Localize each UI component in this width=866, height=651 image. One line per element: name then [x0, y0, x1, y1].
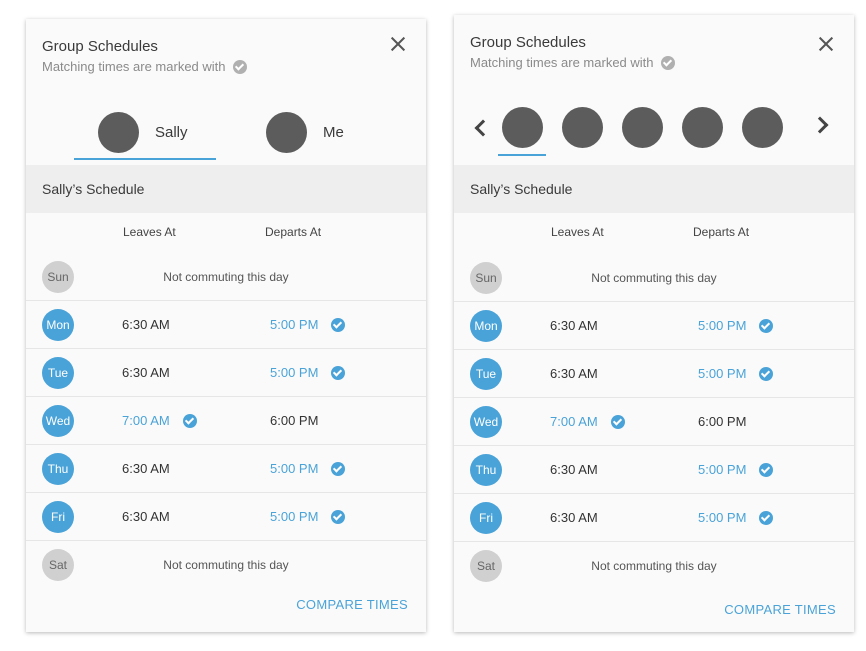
- match-check-icon: [331, 462, 345, 476]
- match-check-icon: [611, 415, 625, 429]
- active-tab-indicator: [74, 158, 216, 160]
- subtitle-text: Matching times are marked with: [470, 55, 654, 70]
- departs-time: 5:00 PM: [270, 317, 319, 332]
- compare-times-button[interactable]: COMPARE TIMES: [296, 597, 408, 612]
- match-check-icon: [759, 319, 773, 333]
- table-row: Mon 6:30 AM 5:00 PM: [26, 301, 426, 349]
- panel-subtitle: Matching times are marked with: [42, 59, 247, 74]
- close-icon[interactable]: [388, 34, 408, 54]
- column-header-departs: Departs At: [265, 225, 322, 239]
- departs-time: 5:00 PM: [270, 461, 319, 476]
- avatar-3[interactable]: [622, 107, 663, 148]
- panel-subtitle: Matching times are marked with: [470, 55, 675, 70]
- day-badge: Tue: [42, 357, 74, 389]
- departs-time: 6:00 PM: [698, 414, 747, 429]
- leaves-time: 6:30 AM: [122, 461, 170, 476]
- table-row: Thu 6:30 AM 5:00 PM: [26, 445, 426, 493]
- not-commuting-text: Not commuting this day: [163, 270, 289, 284]
- not-commuting-text: Not commuting this day: [591, 559, 717, 573]
- avatar-5[interactable]: [742, 107, 783, 148]
- table-row: Sun Not commuting this day: [454, 254, 854, 302]
- departs-time: 5:00 PM: [270, 509, 319, 524]
- panel-title: Group Schedules: [42, 38, 158, 55]
- leaves-time: 6:30 AM: [550, 318, 598, 333]
- schedule-header: Sally’s Schedule: [454, 165, 854, 213]
- not-commuting-text: Not commuting this day: [591, 271, 717, 285]
- leaves-time: 6:30 AM: [122, 509, 170, 524]
- day-badge: Thu: [42, 453, 74, 485]
- day-badge: Mon: [42, 309, 74, 341]
- table-row: Thu 6:30 AM 5:00 PM: [454, 446, 854, 494]
- person-name: Me: [323, 124, 344, 141]
- leaves-time: 7:00 AM: [122, 413, 170, 428]
- departs-time: 5:00 PM: [698, 510, 747, 525]
- column-header-leaves: Leaves At: [551, 225, 604, 239]
- column-header-leaves: Leaves At: [123, 225, 176, 239]
- departs-time: 5:00 PM: [270, 365, 319, 380]
- close-icon[interactable]: [816, 34, 836, 54]
- day-badge: Tue: [470, 358, 502, 390]
- match-check-icon: [759, 511, 773, 525]
- compare-times-button[interactable]: COMPARE TIMES: [724, 602, 836, 617]
- chevron-left-icon[interactable]: [474, 119, 492, 137]
- day-badge: Wed: [470, 406, 502, 438]
- person-tab-me[interactable]: Me: [266, 112, 344, 153]
- avatar: [98, 112, 139, 153]
- subtitle-text: Matching times are marked with: [42, 59, 226, 74]
- leaves-time: 6:30 AM: [122, 365, 170, 380]
- match-check-icon: [331, 510, 345, 524]
- table-row: Tue 6:30 AM 5:00 PM: [454, 350, 854, 398]
- table-row: Fri 6:30 AM 5:00 PM: [454, 494, 854, 542]
- check-icon: [660, 55, 675, 70]
- match-check-icon: [759, 463, 773, 477]
- leaves-time: 7:00 AM: [550, 414, 598, 429]
- leaves-time: 6:30 AM: [122, 317, 170, 332]
- table-row: Sun Not commuting this day: [26, 253, 426, 301]
- active-tab-indicator: [498, 154, 546, 156]
- panel-title: Group Schedules: [470, 34, 586, 51]
- table-row: Wed 7:00 AM 6:00 PM: [26, 397, 426, 445]
- day-badge: Thu: [470, 454, 502, 486]
- leaves-time: 6:30 AM: [550, 366, 598, 381]
- match-check-icon: [183, 414, 197, 428]
- departs-time: 5:00 PM: [698, 318, 747, 333]
- match-check-icon: [331, 318, 345, 332]
- column-header-departs: Departs At: [693, 225, 750, 239]
- leaves-time: 6:30 AM: [550, 510, 598, 525]
- table-row: Sat Not commuting this day: [454, 542, 854, 590]
- not-commuting-text: Not commuting this day: [163, 558, 289, 572]
- avatar-1[interactable]: [502, 107, 543, 148]
- day-badge: Fri: [42, 501, 74, 533]
- departs-time: 6:00 PM: [270, 413, 319, 428]
- person-tab-sally[interactable]: Sally: [98, 112, 188, 153]
- departs-time: 5:00 PM: [698, 462, 747, 477]
- day-badge: Wed: [42, 405, 74, 437]
- table-row: Fri 6:30 AM 5:00 PM: [26, 493, 426, 541]
- group-schedules-panel-right: Group Schedules Matching times are marke…: [454, 15, 854, 632]
- leaves-time: 6:30 AM: [550, 462, 598, 477]
- schedule-header: Sally’s Schedule: [26, 165, 426, 213]
- match-check-icon: [331, 366, 345, 380]
- day-badge: Fri: [470, 502, 502, 534]
- table-row: Sat Not commuting this day: [26, 541, 426, 589]
- avatar-4[interactable]: [682, 107, 723, 148]
- group-schedules-panel-left: Group Schedules Matching times are marke…: [26, 19, 426, 632]
- table-row: Mon 6:30 AM 5:00 PM: [454, 302, 854, 350]
- day-badge: Mon: [470, 310, 502, 342]
- table-row: Tue 6:30 AM 5:00 PM: [26, 349, 426, 397]
- match-check-icon: [759, 367, 773, 381]
- departs-time: 5:00 PM: [698, 366, 747, 381]
- avatar: [266, 112, 307, 153]
- check-icon: [232, 59, 247, 74]
- chevron-right-icon[interactable]: [811, 116, 829, 134]
- table-row: Wed 7:00 AM 6:00 PM: [454, 398, 854, 446]
- person-name: Sally: [155, 124, 188, 141]
- avatar-2[interactable]: [562, 107, 603, 148]
